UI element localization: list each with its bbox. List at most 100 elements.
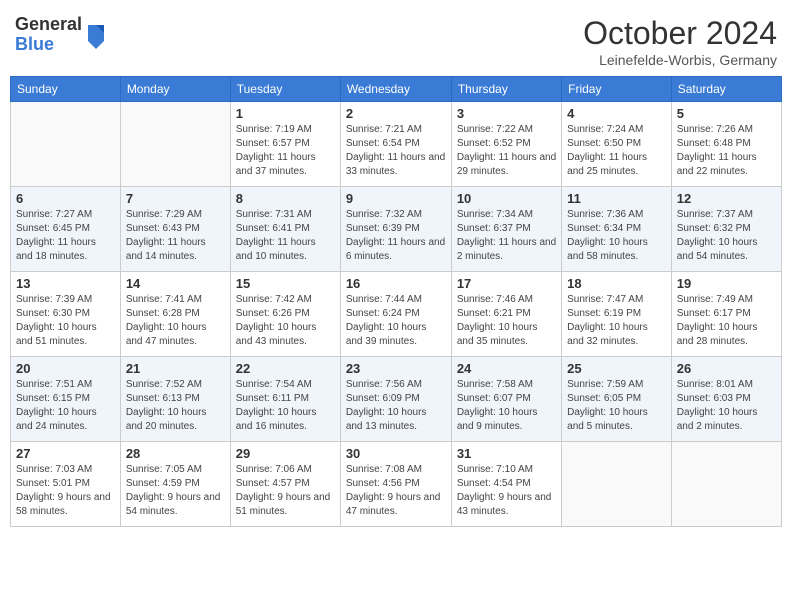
day-number: 7 [126,191,225,206]
day-info: Sunrise: 7:34 AMSunset: 6:37 PMDaylight:… [457,208,556,264]
day-info: Sunrise: 7:41 AMSunset: 6:28 PMDaylight:… [126,293,225,349]
calendar-cell: 11 Sunrise: 7:36 AMSunset: 6:34 PMDayligh… [562,187,672,272]
day-info: Sunrise: 7:31 AMSunset: 6:41 PMDaylight:… [236,208,335,264]
logo-blue: Blue [15,35,82,55]
day-number: 19 [677,276,776,291]
calendar-week-row: 6Sunrise: 7:27 AMSunset: 6:45 PMDaylight… [11,187,782,272]
day-info: Sunrise: 7:46 AMSunset: 6:21 PMDaylight:… [457,293,556,349]
calendar-cell: 19 Sunrise: 7:49 AMSunset: 6:17 PMDayligh… [671,272,781,357]
calendar-cell: 13Sunrise: 7:39 AMSunset: 6:30 PMDayligh… [11,272,121,357]
weekday-header-tuesday: Tuesday [230,77,340,102]
day-number: 10 [457,191,556,206]
logo: General Blue [15,15,108,55]
calendar-cell [11,102,121,187]
day-info: Sunrise: 7:26 AMSunset: 6:48 PMDaylight:… [677,123,776,179]
calendar-cell: 8 Sunrise: 7:31 AMSunset: 6:41 PMDaylight… [230,187,340,272]
day-number: 30 [346,446,446,461]
day-info: Sunrise: 7:47 AMSunset: 6:19 PMDaylight:… [567,293,666,349]
day-info: Sunrise: 7:22 AMSunset: 6:52 PMDaylight:… [457,123,556,179]
day-number: 8 [236,191,335,206]
calendar-cell: 30 Sunrise: 7:08 AMSunset: 4:56 PMDayligh… [340,442,451,527]
day-info: Sunrise: 7:27 AMSunset: 6:45 PMDaylight:… [16,208,115,264]
day-info: Sunrise: 7:54 AMSunset: 6:11 PMDaylight:… [236,378,335,434]
day-info: Sunrise: 7:06 AMSunset: 4:57 PMDaylight:… [236,463,335,519]
logo-general: General [15,15,82,35]
day-number: 28 [126,446,225,461]
day-info: Sunrise: 7:52 AMSunset: 6:13 PMDaylight:… [126,378,225,434]
calendar-header-row: SundayMondayTuesdayWednesdayThursdayFrid… [11,77,782,102]
calendar-cell: 21 Sunrise: 7:52 AMSunset: 6:13 PMDayligh… [120,357,230,442]
weekday-header-wednesday: Wednesday [340,77,451,102]
weekday-header-thursday: Thursday [451,77,561,102]
weekday-header-friday: Friday [562,77,672,102]
calendar-cell: 14Sunrise: 7:41 AMSunset: 6:28 PMDayligh… [120,272,230,357]
day-info: Sunrise: 7:05 AMSunset: 4:59 PMDaylight:… [126,463,225,519]
calendar-cell: 22 Sunrise: 7:54 AMSunset: 6:11 PMDayligh… [230,357,340,442]
calendar-week-row: 20 Sunrise: 7:51 AMSunset: 6:15 PMDayligh… [11,357,782,442]
day-info: Sunrise: 7:32 AMSunset: 6:39 PMDaylight:… [346,208,446,264]
day-number: 29 [236,446,335,461]
calendar-cell: 5Sunrise: 7:26 AMSunset: 6:48 PMDaylight… [671,102,781,187]
day-number: 1 [236,106,335,121]
calendar-cell: 9 Sunrise: 7:32 AMSunset: 6:39 PMDaylight… [340,187,451,272]
day-number: 21 [126,361,225,376]
day-info: Sunrise: 7:44 AMSunset: 6:24 PMDaylight:… [346,293,446,349]
day-number: 31 [457,446,556,461]
calendar-cell: 18 Sunrise: 7:47 AMSunset: 6:19 PMDayligh… [562,272,672,357]
day-info: Sunrise: 7:24 AMSunset: 6:50 PMDaylight:… [567,123,666,179]
day-info: Sunrise: 7:08 AMSunset: 4:56 PMDaylight:… [346,463,446,519]
calendar-cell: 6Sunrise: 7:27 AMSunset: 6:45 PMDaylight… [11,187,121,272]
day-number: 22 [236,361,335,376]
day-number: 27 [16,446,115,461]
day-info: Sunrise: 7:19 AMSunset: 6:57 PMDaylight:… [236,123,335,179]
day-info: Sunrise: 7:29 AMSunset: 6:43 PMDaylight:… [126,208,225,264]
calendar-cell: 29 Sunrise: 7:06 AMSunset: 4:57 PMDayligh… [230,442,340,527]
day-info: Sunrise: 7:37 AMSunset: 6:32 PMDaylight:… [677,208,776,264]
calendar-cell: 2 Sunrise: 7:21 AMSunset: 6:54 PMDaylight… [340,102,451,187]
day-number: 18 [567,276,666,291]
day-info: Sunrise: 7:36 AMSunset: 6:34 PMDaylight:… [567,208,666,264]
day-info: Sunrise: 8:01 AMSunset: 6:03 PMDaylight:… [677,378,776,434]
calendar-table: SundayMondayTuesdayWednesdayThursdayFrid… [10,76,782,527]
day-number: 17 [457,276,556,291]
day-info: Sunrise: 7:42 AMSunset: 6:26 PMDaylight:… [236,293,335,349]
day-info: Sunrise: 7:56 AMSunset: 6:09 PMDaylight:… [346,378,446,434]
calendar-cell: 17 Sunrise: 7:46 AMSunset: 6:21 PMDayligh… [451,272,561,357]
day-number: 20 [16,361,115,376]
calendar-cell: 3 Sunrise: 7:22 AMSunset: 6:52 PMDaylight… [451,102,561,187]
calendar-cell: 26Sunrise: 8:01 AMSunset: 6:03 PMDayligh… [671,357,781,442]
calendar-cell: 23Sunrise: 7:56 AMSunset: 6:09 PMDayligh… [340,357,451,442]
calendar-week-row: 1 Sunrise: 7:19 AMSunset: 6:57 PMDaylight… [11,102,782,187]
calendar-cell: 27 Sunrise: 7:03 AMSunset: 5:01 PMDayligh… [11,442,121,527]
day-info: Sunrise: 7:21 AMSunset: 6:54 PMDaylight:… [346,123,446,179]
day-info: Sunrise: 7:39 AMSunset: 6:30 PMDaylight:… [16,293,115,349]
page-header: General Blue October 2024 Leinefelde-Wor… [10,10,782,68]
day-number: 4 [567,106,666,121]
calendar-week-row: 27 Sunrise: 7:03 AMSunset: 5:01 PMDayligh… [11,442,782,527]
logo-icon [84,21,108,49]
calendar-cell: 28 Sunrise: 7:05 AMSunset: 4:59 PMDayligh… [120,442,230,527]
day-number: 9 [346,191,446,206]
day-info: Sunrise: 7:49 AMSunset: 6:17 PMDaylight:… [677,293,776,349]
day-number: 12 [677,191,776,206]
day-number: 11 [567,191,666,206]
calendar-cell: 16Sunrise: 7:44 AMSunset: 6:24 PMDayligh… [340,272,451,357]
day-info: Sunrise: 7:59 AMSunset: 6:05 PMDaylight:… [567,378,666,434]
day-number: 25 [567,361,666,376]
day-info: Sunrise: 7:51 AMSunset: 6:15 PMDaylight:… [16,378,115,434]
weekday-header-sunday: Sunday [11,77,121,102]
calendar-cell: 15Sunrise: 7:42 AMSunset: 6:26 PMDayligh… [230,272,340,357]
calendar-cell: 24Sunrise: 7:58 AMSunset: 6:07 PMDayligh… [451,357,561,442]
day-number: 3 [457,106,556,121]
day-info: Sunrise: 7:03 AMSunset: 5:01 PMDaylight:… [16,463,115,519]
weekday-header-saturday: Saturday [671,77,781,102]
calendar-cell: 20 Sunrise: 7:51 AMSunset: 6:15 PMDayligh… [11,357,121,442]
title-block: October 2024 Leinefelde-Worbis, Germany [583,15,777,68]
day-number: 2 [346,106,446,121]
day-number: 24 [457,361,556,376]
month-title: October 2024 [583,15,777,52]
weekday-header-monday: Monday [120,77,230,102]
logo-text: General Blue [15,15,82,55]
location: Leinefelde-Worbis, Germany [583,52,777,68]
calendar-cell: 31Sunrise: 7:10 AMSunset: 4:54 PMDayligh… [451,442,561,527]
